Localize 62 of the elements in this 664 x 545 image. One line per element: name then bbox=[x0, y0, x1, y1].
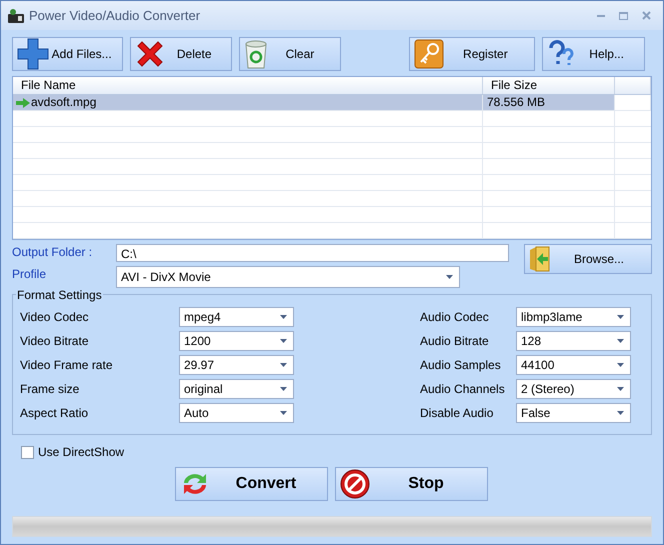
recycle-bin-icon bbox=[244, 39, 268, 69]
dropdown[interactable]: Auto bbox=[179, 403, 294, 423]
stop-button[interactable]: Stop bbox=[334, 467, 488, 501]
dropdown[interactable]: libmp3lame bbox=[516, 307, 631, 327]
field-label: Audio Samples bbox=[420, 358, 502, 372]
group-title: Format Settings bbox=[16, 288, 103, 302]
field-label: Video Bitrate bbox=[20, 334, 90, 348]
film-camera-icon bbox=[7, 8, 25, 24]
dropdown[interactable]: 128 bbox=[516, 331, 631, 351]
field-label: Audio Bitrate bbox=[420, 334, 490, 348]
window-title: Power Video/Audio Converter bbox=[29, 8, 202, 23]
dropdown[interactable]: False bbox=[516, 403, 631, 423]
field-label: Output Folder : bbox=[12, 244, 94, 260]
dropdown[interactable]: mpeg4 bbox=[179, 307, 294, 327]
key-icon bbox=[414, 39, 444, 69]
close-icon[interactable] bbox=[642, 11, 651, 20]
field-label: Profile bbox=[12, 266, 48, 282]
no-entry-icon bbox=[340, 469, 370, 499]
caret-icon bbox=[280, 315, 287, 319]
output-folder-field[interactable]: C:\ bbox=[116, 244, 509, 262]
field-label: Video Codec bbox=[20, 310, 90, 324]
caret-icon bbox=[617, 315, 624, 319]
convert-button[interactable]: Convert bbox=[174, 467, 328, 501]
profile-dropdown[interactable]: AVI - DivX Movie bbox=[116, 266, 460, 288]
file-size: 78.556 MB bbox=[483, 95, 615, 110]
arrow-icon bbox=[16, 98, 30, 108]
field-label: Aspect Ratio bbox=[20, 406, 90, 420]
caret-icon bbox=[617, 411, 624, 415]
dropdown[interactable]: 1200 bbox=[179, 331, 294, 351]
maximize-icon[interactable] bbox=[619, 12, 628, 20]
caret-icon bbox=[617, 387, 624, 391]
column-header[interactable]: File Name bbox=[13, 77, 483, 94]
field-label: Disable Audio bbox=[420, 406, 494, 420]
checkbox[interactable] bbox=[21, 446, 34, 458]
dropdown[interactable]: 2 (Stereo) bbox=[516, 379, 631, 399]
toolbar-button[interactable]: Register bbox=[409, 37, 536, 71]
caret-icon bbox=[280, 339, 287, 343]
caret-icon bbox=[280, 363, 287, 367]
toolbar-button[interactable]: Delete bbox=[130, 37, 232, 71]
toolbar-button[interactable]: Clear bbox=[239, 37, 341, 71]
caret-icon bbox=[617, 339, 624, 343]
cross-icon bbox=[135, 39, 166, 69]
checkbox-label[interactable]: Use DirectShow bbox=[38, 445, 124, 459]
folder-icon bbox=[529, 246, 551, 272]
field-label: Video Frame rate bbox=[20, 358, 114, 372]
plus-icon bbox=[17, 38, 49, 70]
file-name[interactable]: avdsoft.mpg bbox=[31, 95, 96, 110]
caret-icon bbox=[280, 387, 287, 391]
caret-icon bbox=[617, 363, 624, 367]
caret-icon bbox=[446, 275, 453, 279]
toolbar-button[interactable]: Help... bbox=[542, 37, 645, 71]
caret-icon bbox=[280, 411, 287, 415]
field-label: Frame size bbox=[20, 382, 80, 396]
field-label: Audio Channels bbox=[420, 382, 506, 396]
field-label: Audio Codec bbox=[420, 310, 490, 324]
toolbar-button[interactable]: Add Files... bbox=[12, 37, 124, 71]
dropdown[interactable]: original bbox=[179, 379, 294, 399]
minimize-icon[interactable] bbox=[597, 14, 605, 17]
browse-button[interactable]: Browse... bbox=[524, 244, 652, 274]
dropdown[interactable]: 29.97 bbox=[179, 355, 294, 375]
dropdown[interactable]: 44100 bbox=[516, 355, 631, 375]
column-header[interactable]: File Size bbox=[483, 77, 615, 94]
